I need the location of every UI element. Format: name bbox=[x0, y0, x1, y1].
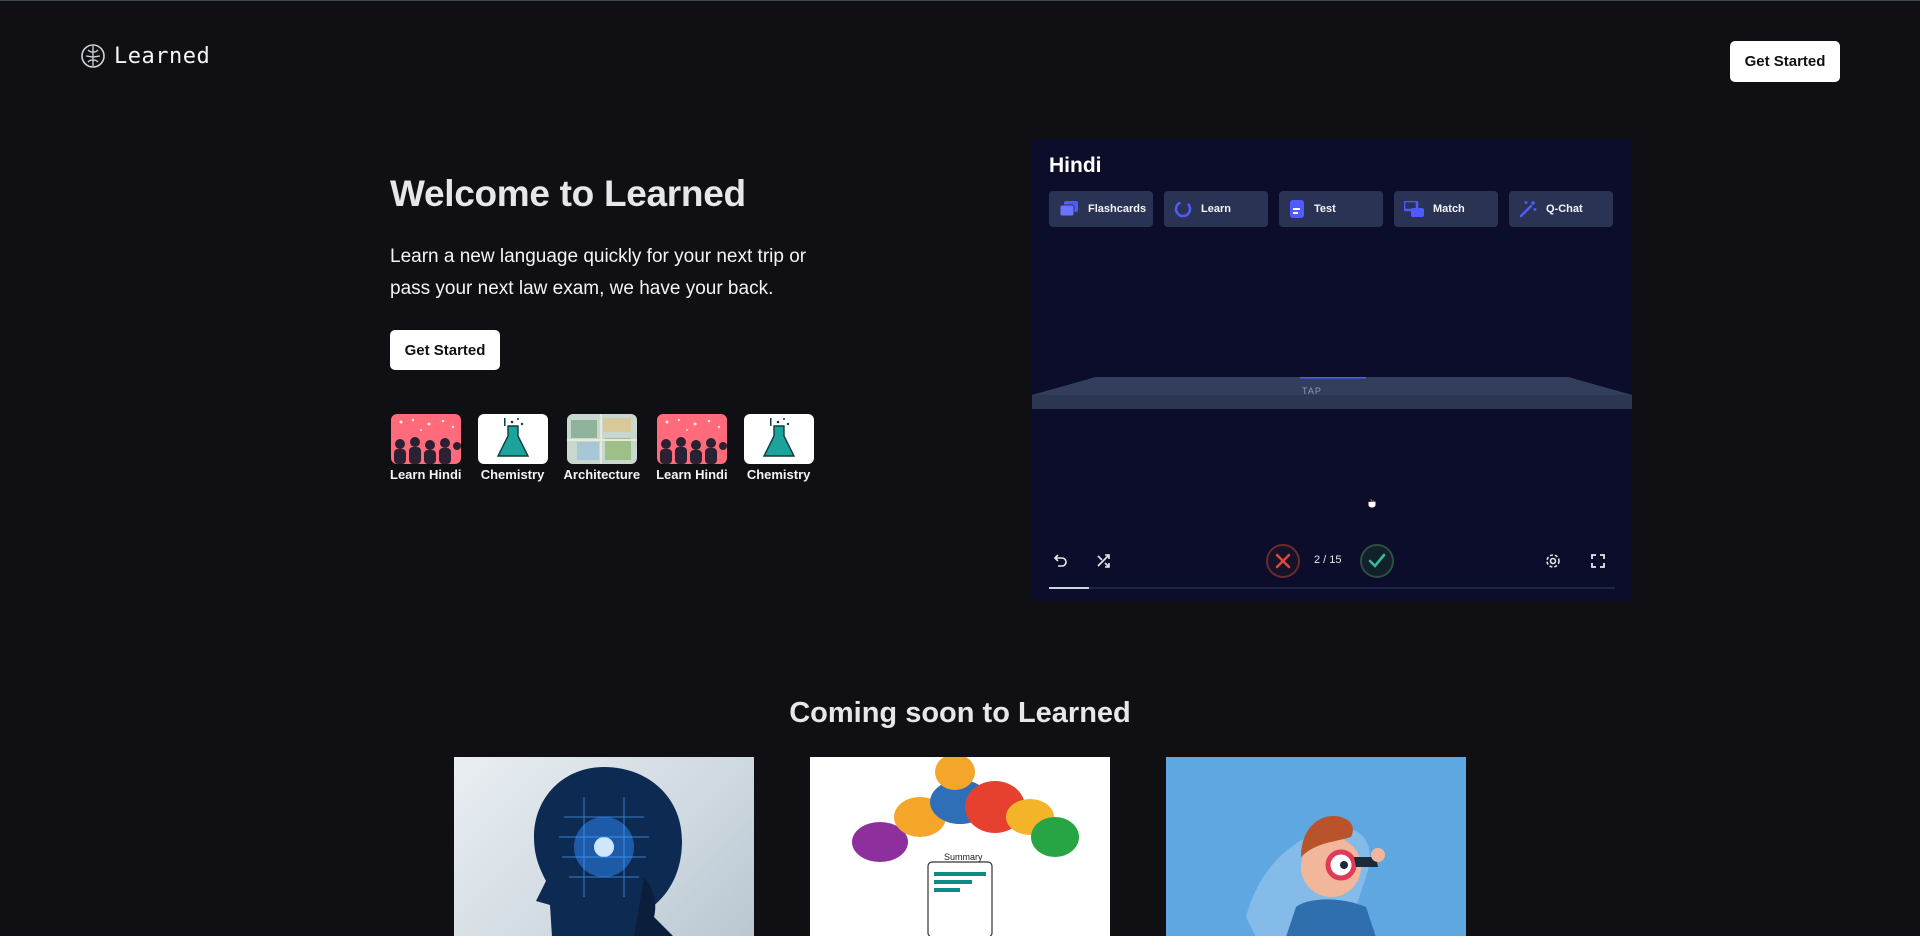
match-icon bbox=[1404, 201, 1424, 217]
set-title: Hindi bbox=[1049, 154, 1102, 177]
undo-icon bbox=[1053, 554, 1067, 567]
study-set-label: Learn Hindi bbox=[656, 467, 728, 482]
undo-button[interactable] bbox=[1049, 550, 1071, 572]
mark-wrong-button[interactable] bbox=[1266, 544, 1300, 578]
logo[interactable]: Learned bbox=[80, 43, 210, 69]
flashcard-preview: Hindi Flashcards Learn Test Match Q-Chat bbox=[1032, 139, 1632, 601]
loop-icon bbox=[1174, 200, 1192, 218]
mode-label: Flashcards bbox=[1088, 203, 1147, 215]
flashcard[interactable] bbox=[1032, 377, 1632, 409]
hero-subtitle: Learn a new language quickly for your ne… bbox=[390, 246, 807, 299]
brain-icon bbox=[81, 44, 105, 68]
study-set-label: Architecture bbox=[563, 467, 641, 482]
study-set-list: Learn Hindi Chemistry Architecture Learn… bbox=[390, 414, 814, 482]
mode-learn-button[interactable]: Learn bbox=[1164, 191, 1268, 227]
mode-match-button[interactable]: Match bbox=[1394, 191, 1498, 227]
study-set-label: Chemistry bbox=[480, 467, 545, 482]
mode-q-chat-button[interactable]: Q-Chat bbox=[1509, 191, 1613, 227]
flashcard-controls: 2 / 15 bbox=[1032, 542, 1632, 582]
mode-test-button[interactable]: Test bbox=[1279, 191, 1383, 227]
mode-label: Learn bbox=[1201, 203, 1231, 215]
shuffle-icon bbox=[1097, 554, 1110, 568]
study-set-chemistry[interactable]: Chemistry bbox=[743, 414, 814, 482]
study-set-learn-hindi[interactable]: Learn Hindi bbox=[656, 414, 728, 482]
summary-speech-bubbles-illustration: Summary bbox=[810, 757, 1110, 936]
magic-wand-icon bbox=[1519, 201, 1537, 218]
hindi-people-illustration bbox=[656, 414, 727, 464]
check-icon bbox=[1368, 553, 1386, 568]
summary-caption: Summary bbox=[944, 852, 983, 862]
mode-label: Match bbox=[1433, 203, 1465, 215]
ai-head-photo bbox=[454, 757, 754, 936]
settings-button[interactable] bbox=[1542, 550, 1564, 572]
coming-soon-title: Coming soon to Learned bbox=[789, 697, 1131, 729]
study-set-learn-hindi[interactable]: Learn Hindi bbox=[390, 414, 462, 482]
nav-get-started-button[interactable]: Get Started bbox=[1730, 41, 1840, 82]
fullscreen-icon bbox=[1591, 554, 1605, 568]
document-icon bbox=[1290, 200, 1304, 218]
progress-fill bbox=[1049, 587, 1089, 589]
chemistry-flask-illustration bbox=[743, 414, 814, 464]
mode-flashcards-button[interactable]: Flashcards bbox=[1049, 191, 1153, 227]
study-set-label: Learn Hindi bbox=[390, 467, 462, 482]
gear-icon bbox=[1546, 554, 1560, 568]
study-mode-tabs: Flashcards Learn Test Match Q-Chat bbox=[1049, 191, 1613, 227]
study-set-architecture[interactable]: Architecture bbox=[563, 414, 641, 482]
top-nav: Learned Get Started bbox=[0, 1, 1920, 121]
mode-label: Q-Chat bbox=[1546, 203, 1583, 215]
mark-correct-button[interactable] bbox=[1360, 544, 1394, 578]
app-name: Learned bbox=[114, 43, 211, 69]
shuffle-button[interactable] bbox=[1093, 550, 1115, 572]
progress-bar bbox=[1049, 587, 1615, 589]
fullscreen-button[interactable] bbox=[1587, 550, 1609, 572]
study-set-chemistry[interactable]: Chemistry bbox=[477, 414, 548, 482]
hero-get-started-button[interactable]: Get Started bbox=[390, 330, 500, 370]
card-hint-text: TAP bbox=[1302, 386, 1322, 396]
hindi-people-illustration bbox=[390, 414, 461, 464]
close-icon bbox=[1275, 553, 1291, 569]
chemistry-flask-illustration bbox=[477, 414, 548, 464]
magnifier-person-illustration bbox=[1166, 757, 1466, 936]
cards-icon bbox=[1059, 201, 1078, 217]
hero-title: Welcome to Learned bbox=[390, 173, 746, 214]
study-set-label: Chemistry bbox=[746, 467, 811, 482]
architecture-map-photo bbox=[566, 414, 637, 464]
mode-label: Test bbox=[1314, 203, 1336, 215]
hand-cursor-icon bbox=[1367, 495, 1377, 508]
card-counter: 2 / 15 bbox=[1314, 554, 1342, 566]
